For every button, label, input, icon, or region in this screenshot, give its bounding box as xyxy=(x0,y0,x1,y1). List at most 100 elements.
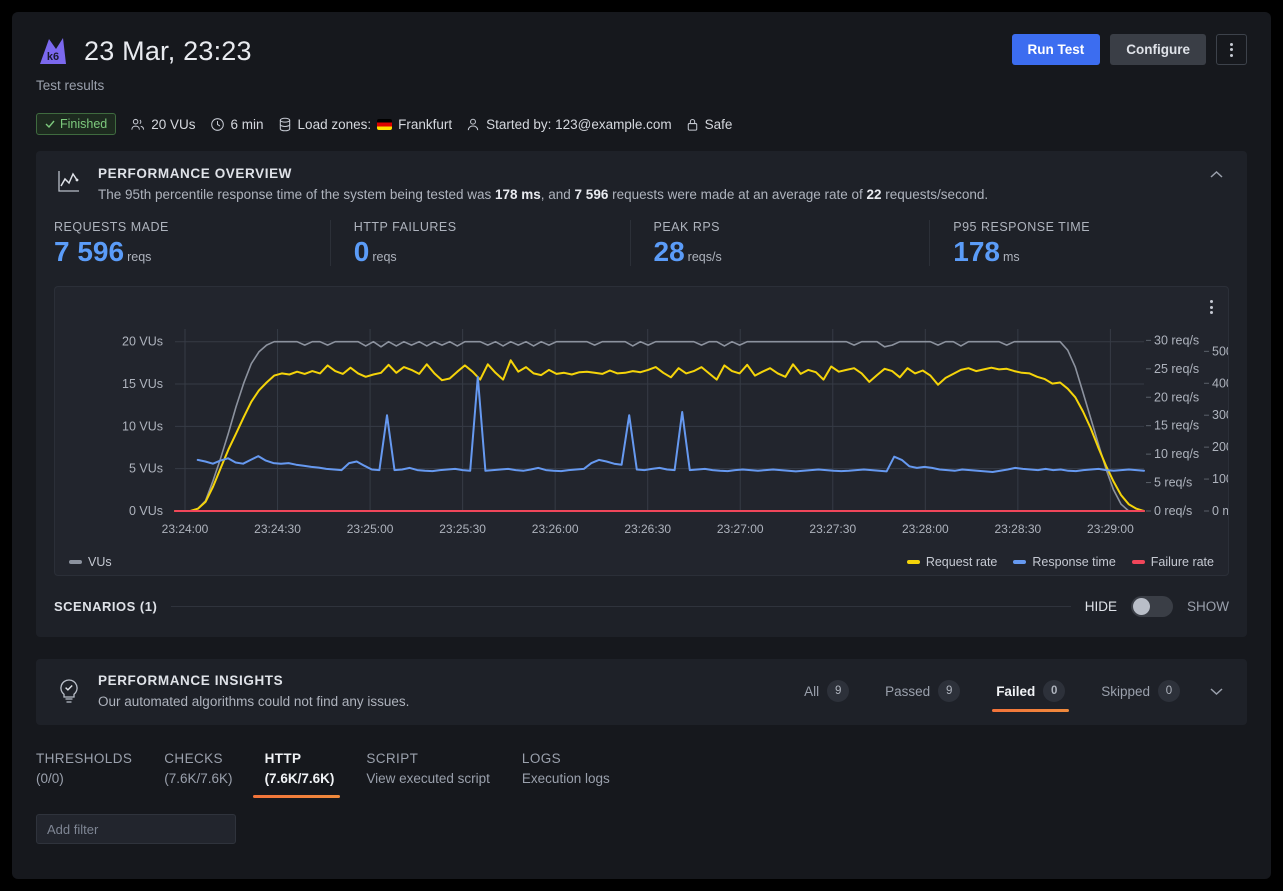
insights-tab-all[interactable]: All 9 xyxy=(790,672,863,712)
y-axis-tick-rps: 15 req/s xyxy=(1154,419,1199,433)
x-axis-tick: 23:25:00 xyxy=(347,522,394,536)
legend-label-vus: VUs xyxy=(88,555,112,570)
y-axis-tick-rps: 5 req/s xyxy=(1154,476,1192,490)
database-icon xyxy=(279,117,290,131)
y-axis-tick-vus: 5 VUs xyxy=(129,462,163,476)
metric-label: PEAK RPS xyxy=(653,220,721,235)
metric-label: HTTP FAILURES xyxy=(353,220,457,235)
add-filter-input[interactable]: Add filter xyxy=(36,814,236,845)
legend-item-vus[interactable]: VUs xyxy=(69,555,112,569)
configure-button[interactable]: Configure xyxy=(1110,34,1206,65)
lightbulb-check-icon xyxy=(54,678,84,706)
check-icon xyxy=(45,120,55,129)
y-axis-tick-rps: 30 req/s xyxy=(1154,334,1199,348)
detail-tab-checks[interactable]: CHECKS (7.6K/7.6K) xyxy=(148,751,248,798)
legend-item-request-rate[interactable]: Request rate xyxy=(906,555,997,569)
metric-value: 28 reqs/s xyxy=(653,236,722,268)
metric-value: 7 596 reqs xyxy=(54,236,152,268)
chevron-down-icon xyxy=(1210,688,1223,696)
performance-overview-description: The 95th percentile response time of the… xyxy=(98,186,1190,204)
performance-chart: 0 VUs 5 VUs 10 VUs 15 VUs 20 VUs 23:24:00 23:2… xyxy=(54,286,1229,577)
detail-tab-script[interactable]: SCRIPT View executed script xyxy=(350,751,506,798)
load-zone-value: Frankfurt xyxy=(398,116,453,132)
insights-tab-label: Failed xyxy=(996,683,1036,699)
metric-label: REQUESTS MADE xyxy=(54,220,169,235)
safety-info: Safe xyxy=(686,116,733,132)
vus-value: 20 VUs xyxy=(151,116,196,132)
add-filter-placeholder: Add filter xyxy=(47,821,99,837)
page-title: 23 Mar, 23:23 xyxy=(84,36,252,66)
y-axis-tick-vus: 15 VUs xyxy=(122,377,163,391)
metric-unit: reqs/s xyxy=(687,250,722,265)
chart-legend: VUs Request rate Response time Failure r… xyxy=(55,555,1228,569)
scenarios-toggle[interactable] xyxy=(1131,596,1173,618)
metric-label: P95 RESPONSE TIME xyxy=(953,220,1091,235)
chart-series-request-rate xyxy=(174,359,1145,513)
scenarios-show-label: SHOW xyxy=(1187,599,1229,615)
y-axis-tick-vus: 10 VUs xyxy=(122,420,163,434)
detail-tab-thresholds[interactable]: THRESHOLDS (0/0) xyxy=(36,751,148,798)
legend-item-response-time[interactable]: Response time xyxy=(1013,555,1116,569)
legend-swatch-failure-rate xyxy=(1131,560,1145,565)
load-zones-info: Load zones: Frankfurt xyxy=(278,116,453,132)
x-axis-tick: 23:28:30 xyxy=(994,522,1041,536)
insights-filter-tabs: All 9 Passed 9 Failed 0 Skipped 0 xyxy=(790,672,1194,713)
insights-tab-failed[interactable]: Failed 0 xyxy=(982,672,1079,713)
detail-tab-label: HTTP xyxy=(264,751,302,767)
y-axis-tick-ms: 100 ms xyxy=(1212,472,1228,486)
safety-value: Safe xyxy=(704,116,733,132)
desc-p95: 178 ms xyxy=(494,187,541,202)
legend-swatch-response-time xyxy=(1013,560,1027,565)
metric-value: 0 reqs xyxy=(353,236,397,268)
y-axis-tick-ms: 200 ms xyxy=(1212,440,1228,454)
lock-icon xyxy=(687,118,697,131)
x-axis-tick: 23:24:30 xyxy=(254,522,301,536)
y-axis-tick-vus: 20 VUs xyxy=(122,335,163,349)
x-axis-tick: 23:29:00 xyxy=(1087,522,1134,536)
performance-overview-header: PERFORMANCE OVERVIEW The 95th percentile… xyxy=(36,151,1247,218)
insights-tab-passed[interactable]: Passed 9 xyxy=(871,672,974,712)
y-axis-tick-ms: 400 ms xyxy=(1212,376,1228,390)
user-icon xyxy=(467,118,479,130)
metric-card: PEAK RPS 28 reqs/s xyxy=(629,218,930,280)
chart-plot-area: 0 VUs 5 VUs 10 VUs 15 VUs 20 VUs 23:24:00 23:2… xyxy=(55,321,1228,536)
duration-value: 6 min xyxy=(230,116,264,132)
detail-tab-label: SCRIPT xyxy=(366,751,419,767)
detail-tab-sublabel: (7.6K/7.6K) xyxy=(164,771,233,787)
expand-insights-button[interactable] xyxy=(1204,683,1229,701)
run-test-button[interactable]: Run Test xyxy=(1011,34,1101,65)
legend-swatch-request-rate xyxy=(906,560,920,565)
detail-tab-sublabel: (0/0) xyxy=(36,771,64,787)
desc-part-3: requests were made at an average rate of xyxy=(608,187,867,202)
started-by-info: Started by: 123@example.com xyxy=(466,117,672,132)
x-axis-tick: 23:24:00 xyxy=(162,522,209,536)
detail-tab-http[interactable]: HTTP (7.6K/7.6K) xyxy=(249,751,351,799)
insights-tab-skipped[interactable]: Skipped 0 xyxy=(1087,672,1194,712)
y-axis-tick-ms: 300 ms xyxy=(1212,408,1228,422)
insights-tab-label: Skipped xyxy=(1101,683,1150,699)
legend-item-failure-rate[interactable]: Failure rate xyxy=(1131,555,1214,569)
insights-tab-label: Passed xyxy=(885,683,931,699)
legend-swatch-vus xyxy=(69,560,82,565)
duration-info: 6 min xyxy=(210,117,264,132)
x-axis-tick: 23:26:00 xyxy=(532,522,579,536)
status-badge: Finished xyxy=(36,113,117,135)
x-axis-tick: 23:28:00 xyxy=(902,522,949,536)
metric-card: HTTP FAILURES 0 reqs xyxy=(329,218,630,280)
performance-insights-title: PERFORMANCE INSIGHTS xyxy=(98,673,284,689)
collapse-overview-button[interactable] xyxy=(1204,166,1229,184)
insights-tab-count: 9 xyxy=(938,680,961,703)
insights-tab-count: 9 xyxy=(827,680,850,703)
detail-tab-logs[interactable]: LOGS Execution logs xyxy=(506,751,626,798)
desc-part-2: , and xyxy=(540,187,575,202)
more-options-button[interactable] xyxy=(1216,34,1247,65)
k6-logo-icon: k6 xyxy=(40,38,66,64)
desc-requests: 7 596 xyxy=(574,187,609,202)
metric-card: P95 RESPONSE TIME 178 ms xyxy=(929,218,1229,280)
metric-unit: ms xyxy=(1002,250,1020,265)
vus-info: 20 VUs xyxy=(130,116,196,132)
metric-unit: reqs xyxy=(127,250,152,265)
chart-options-button[interactable] xyxy=(1207,297,1216,317)
scenarios-row: SCENARIOS (1) HIDE SHOW xyxy=(36,576,1247,637)
y-axis-tick-ms: 0 ms xyxy=(1212,504,1228,518)
